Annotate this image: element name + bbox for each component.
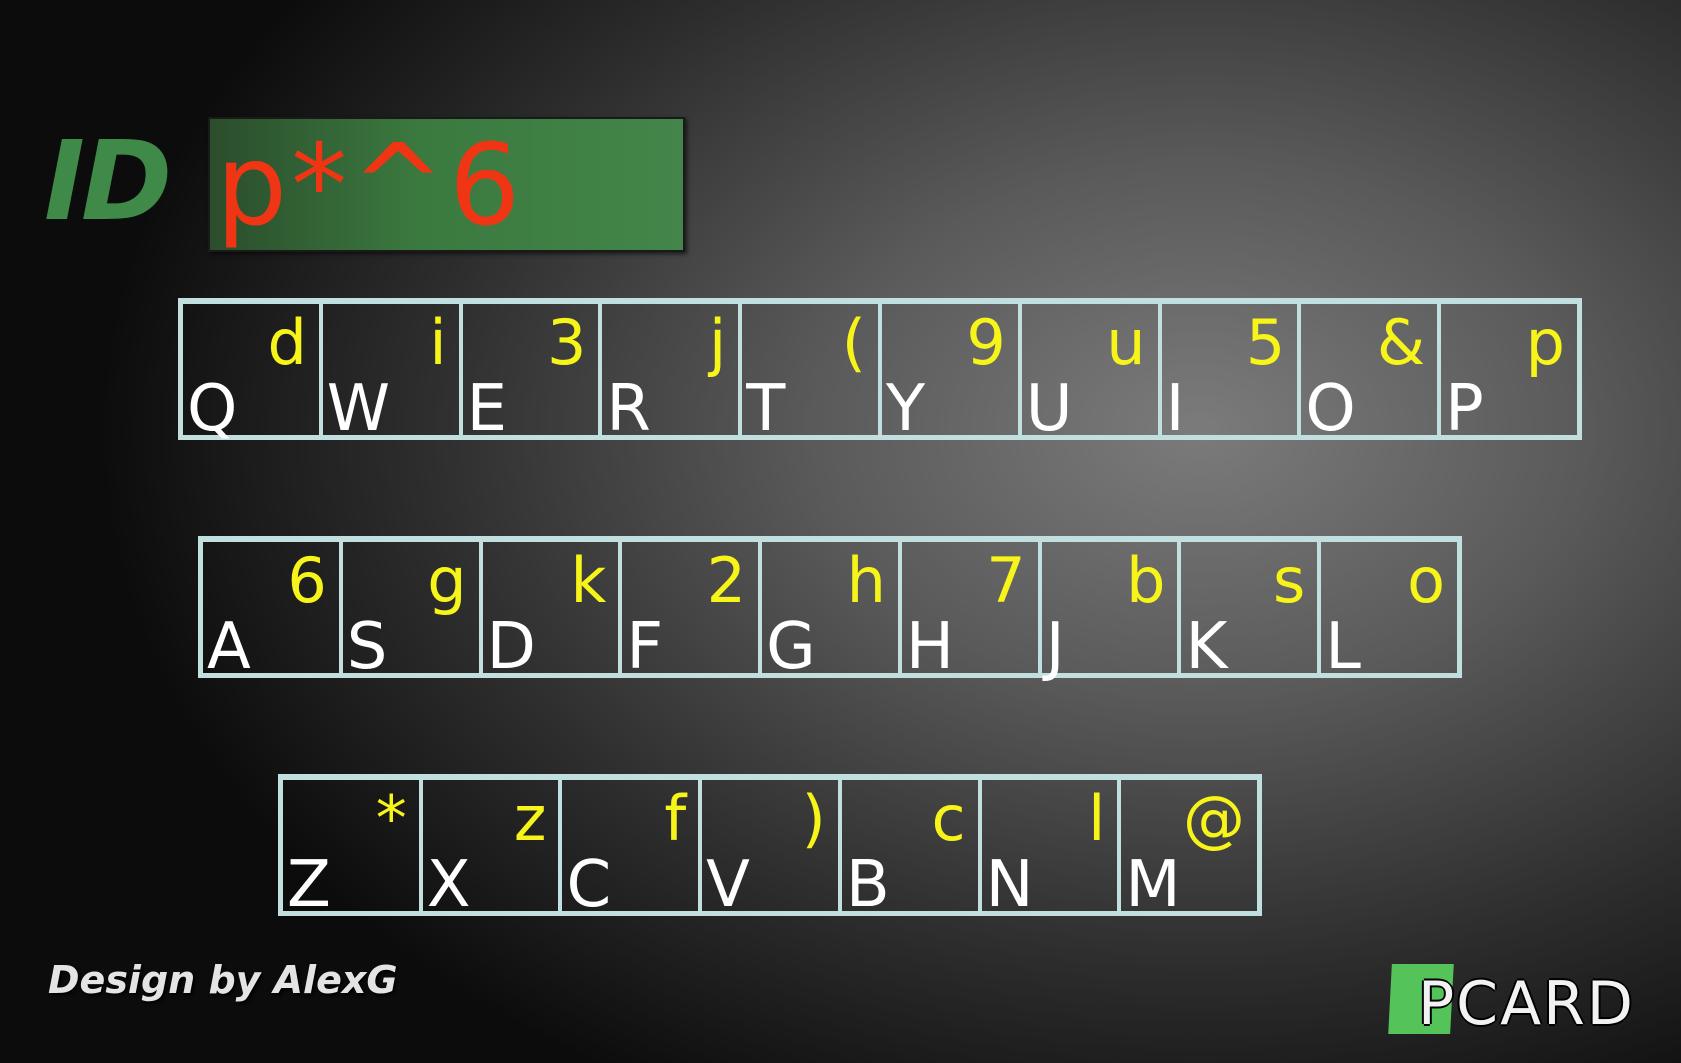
key-r[interactable]: Rj (600, 301, 741, 441)
key-alt-label: h (846, 544, 886, 617)
key-g[interactable]: Gh (760, 539, 900, 679)
key-main-label: Z (287, 848, 331, 922)
key-main-label: L (1325, 610, 1361, 684)
key-a[interactable]: A6 (201, 539, 341, 679)
key-main-label: P (1445, 372, 1484, 446)
key-p[interactable]: Pp (1439, 301, 1579, 441)
keyboard-row-2: A6 Sg Dk F2 Gh H7 Jb Ks Lo (198, 536, 1462, 679)
key-t[interactable]: T( (740, 301, 880, 441)
key-alt-label: ) (801, 782, 826, 855)
key-c[interactable]: Cf (560, 777, 701, 917)
key-main-label: T (746, 372, 786, 446)
key-main-label: M (1125, 848, 1181, 922)
key-alt-label: p (1525, 306, 1565, 379)
key-b[interactable]: Bc (839, 777, 980, 917)
pcard-logo: PCARD (1388, 963, 1650, 1044)
key-f[interactable]: F2 (620, 539, 761, 679)
key-z[interactable]: Z * (281, 777, 421, 917)
key-alt-label: & (1376, 306, 1426, 379)
key-k[interactable]: Ks (1179, 539, 1320, 679)
key-v[interactable]: V) (700, 777, 840, 917)
key-alt-label: k (570, 544, 607, 617)
key-alt-label: * (375, 782, 407, 855)
key-alt-label: 7 (986, 544, 1026, 617)
key-main-label: H (905, 610, 955, 684)
key-main-label: K (1185, 610, 1228, 684)
key-s[interactable]: Sg (340, 539, 481, 679)
key-q[interactable]: Qd (181, 301, 321, 441)
key-d[interactable]: Dk (480, 539, 621, 679)
key-alt-label: s (1272, 544, 1306, 617)
key-main-label: Q (187, 372, 238, 446)
design-credit: Design by AlexG (48, 958, 398, 1002)
key-alt-label: j (708, 306, 727, 379)
key-main-label: X (426, 848, 471, 922)
key-alt-label: @ (1183, 782, 1246, 855)
key-x[interactable]: Xz (420, 777, 561, 917)
key-alt-label: 9 (966, 306, 1006, 379)
key-main-label: V (706, 848, 750, 922)
key-alt-label: o (1407, 544, 1446, 617)
key-alt-label: l (1088, 782, 1106, 855)
key-u[interactable]: Uu (1019, 301, 1160, 441)
key-main-label: J (1045, 610, 1065, 684)
key-alt-label: 6 (287, 544, 327, 617)
key-alt-label: 5 (1245, 306, 1286, 379)
key-main-label: I (1165, 372, 1185, 446)
key-alt-label: g (427, 544, 467, 617)
key-alt-label: i (429, 306, 447, 379)
key-j[interactable]: Jb (1039, 539, 1180, 679)
logo-text: PCARD (1418, 969, 1636, 1039)
key-e[interactable]: E3 (460, 301, 601, 441)
key-i[interactable]: I5 (1159, 301, 1300, 441)
key-h[interactable]: H7 (899, 539, 1040, 679)
key-n[interactable]: Nl (979, 777, 1120, 917)
key-l[interactable]: Lo (1319, 539, 1460, 679)
keyboard-row-1: Qd Wi E3 Rj T( Y9 Uu I5 O & Pp (178, 298, 1582, 441)
key-main-label: U (1025, 372, 1073, 446)
key-alt-label: b (1126, 544, 1166, 617)
key-main-label: D (486, 610, 536, 684)
key-main-label: B (845, 848, 890, 922)
id-label: ID (44, 117, 172, 245)
key-main-label: N (985, 848, 1034, 922)
key-main-label: W (326, 372, 391, 446)
key-main-label: Y (885, 372, 926, 446)
key-w[interactable]: Wi (320, 301, 461, 441)
key-alt-label: d (267, 306, 307, 379)
keyboard-row-3: Z * Xz Cf V) Bc Nl M @ (278, 774, 1262, 917)
key-alt-label: ( (841, 306, 866, 379)
key-alt-label: 3 (546, 306, 587, 379)
key-alt-label: 2 (706, 544, 747, 617)
id-value: p*^6 (216, 121, 525, 251)
key-m[interactable]: M @ (1119, 777, 1260, 917)
key-main-label: R (606, 372, 651, 446)
key-o[interactable]: O & (1299, 301, 1440, 441)
key-y[interactable]: Y9 (879, 301, 1020, 441)
key-alt-label: f (664, 782, 687, 855)
key-alt-label: z (513, 782, 547, 855)
key-alt-label: c (931, 782, 966, 855)
key-main-label: C (566, 848, 612, 922)
key-main-label: O (1305, 372, 1356, 446)
key-main-label: G (766, 610, 816, 684)
key-main-label: F (626, 610, 664, 684)
key-main-label: E (466, 372, 508, 446)
key-main-label: A (207, 610, 251, 684)
id-field[interactable]: p*^6 (208, 117, 685, 252)
key-alt-label: u (1106, 306, 1146, 379)
key-main-label: S (346, 610, 388, 684)
